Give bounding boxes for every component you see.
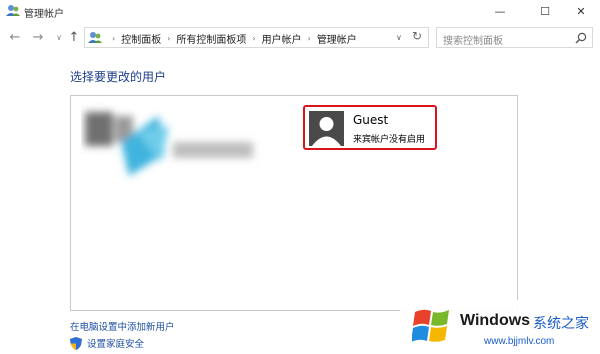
forward-button[interactable]: →: [31, 29, 45, 45]
page-title: 选择要更改的用户: [70, 70, 167, 84]
breadcrumb-separator[interactable]: ›: [252, 34, 255, 43]
windows-logo-icon: [412, 309, 449, 342]
watermark-site-name: 系统之家: [533, 316, 589, 332]
minimize-button[interactable]: —: [482, 0, 518, 22]
guest-account-tile[interactable]: Guest 来宾帐户没有启用: [303, 105, 437, 150]
breadcrumb: › 控制面板 › 所有控制面板项 › 用户帐户 › 管理帐户: [106, 31, 357, 46]
guest-account-name: Guest: [353, 113, 389, 127]
breadcrumb-separator[interactable]: ›: [167, 34, 170, 43]
breadcrumb-separator[interactable]: ›: [308, 34, 311, 43]
breadcrumb-item-all-items[interactable]: 所有控制面板项: [176, 31, 246, 46]
guest-avatar-icon: [309, 111, 344, 146]
recent-locations-button[interactable]: ∨: [52, 29, 66, 45]
search-input[interactable]: 搜索控制面板: [436, 27, 593, 48]
window-title: 管理帐户: [24, 9, 64, 20]
up-button[interactable]: ↑: [67, 29, 81, 45]
shield-icon: [70, 336, 82, 350]
title-bar: 管理帐户 — ☐ ✕: [0, 0, 600, 22]
address-dropdown-button[interactable]: ∨: [396, 33, 402, 42]
search-icon[interactable]: [575, 32, 587, 44]
blurred-account-tile[interactable]: [81, 102, 271, 182]
search-placeholder: 搜索控制面板: [443, 36, 503, 47]
address-bar[interactable]: › 控制面板 › 所有控制面板项 › 用户帐户 › 管理帐户 ∨ ↻: [84, 27, 429, 48]
breadcrumb-item-control-panel[interactable]: 控制面板: [121, 31, 161, 46]
add-new-user-link[interactable]: 在电脑设置中添加新用户: [70, 319, 175, 333]
breadcrumb-item-manage-accounts[interactable]: 管理帐户: [317, 31, 357, 46]
maximize-button[interactable]: ☐: [527, 0, 563, 22]
watermark-brand: Windows: [460, 312, 531, 329]
user-accounts-icon: [6, 5, 20, 16]
watermark-url: www.bjjmlv.com: [484, 336, 555, 347]
back-button[interactable]: ←: [8, 29, 22, 45]
close-button[interactable]: ✕: [563, 0, 599, 22]
navigation-bar: ← → ∨ ↑ › 控制面板 › 所有控制面板项 › 用户帐户 › 管理帐户 ∨…: [0, 25, 600, 51]
watermark: Windows 系统之家 www.bjjmlv.com: [400, 300, 600, 354]
user-accounts-panel: Guest 来宾帐户没有启用: [70, 95, 518, 311]
breadcrumb-separator: ›: [112, 34, 116, 43]
family-safety-link[interactable]: 设置家庭安全: [87, 336, 144, 350]
breadcrumb-item-user-accounts[interactable]: 用户帐户: [262, 31, 302, 46]
control-panel-icon: [88, 32, 102, 43]
family-safety-row[interactable]: 设置家庭安全: [70, 336, 144, 350]
refresh-button[interactable]: ↻: [412, 29, 422, 43]
guest-account-status: 来宾帐户没有启用: [353, 135, 426, 145]
